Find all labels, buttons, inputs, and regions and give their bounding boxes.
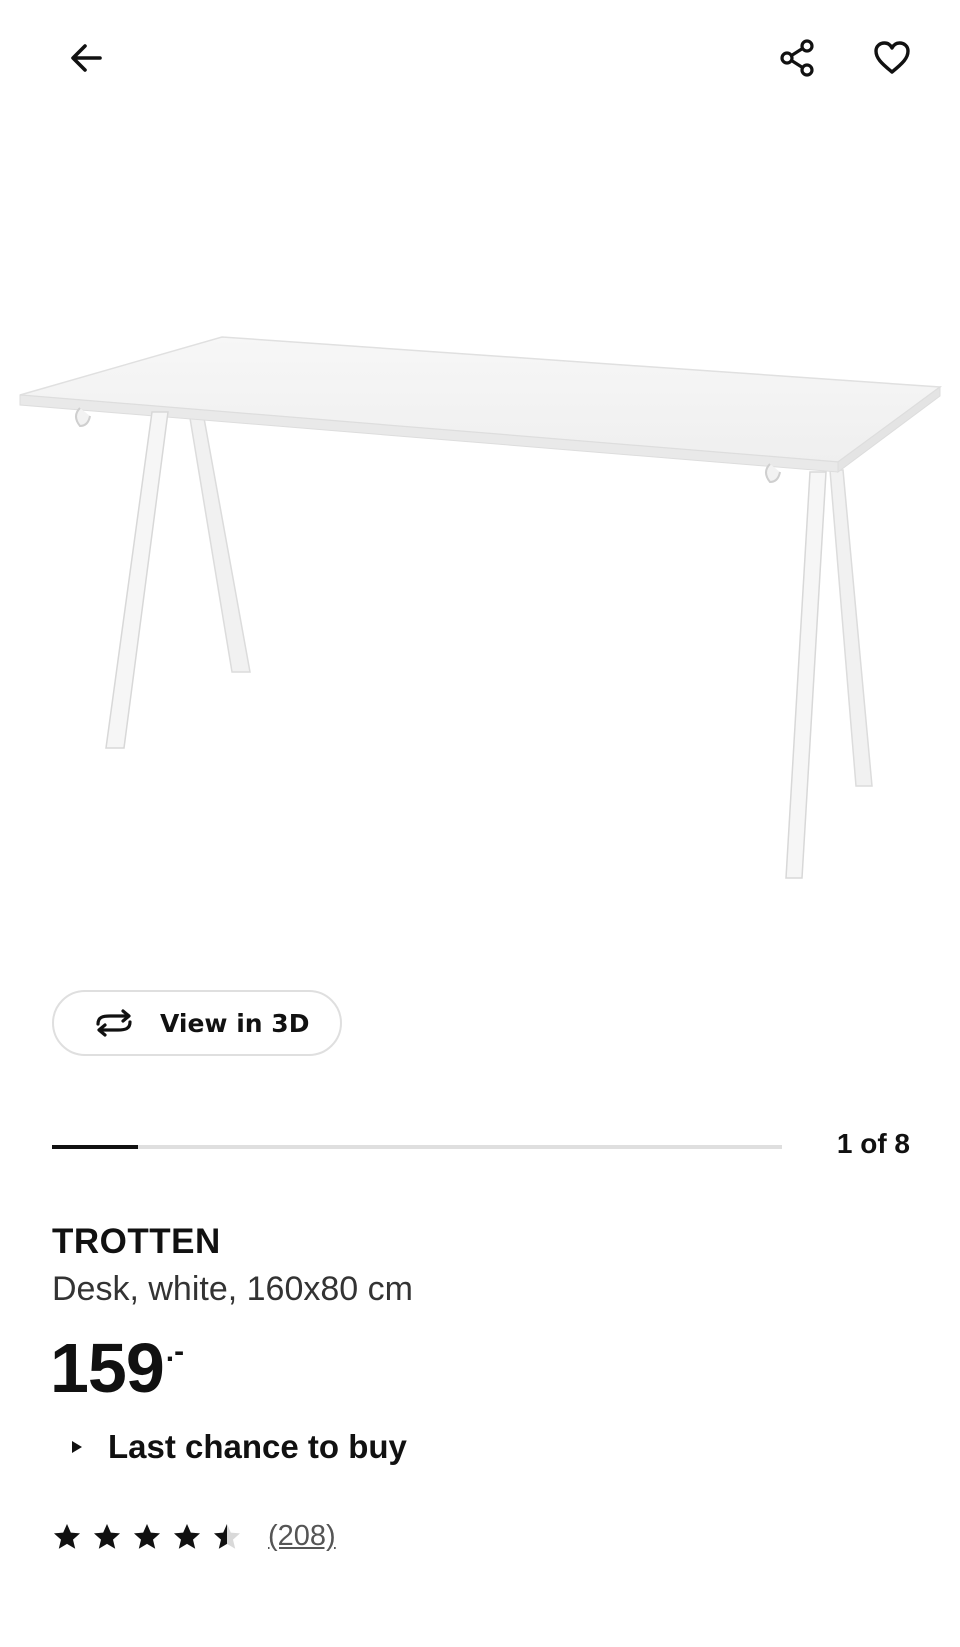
price-suffix: .-: [165, 1335, 185, 1368]
star-full-icon: [172, 1522, 202, 1552]
star-full-icon: [92, 1522, 122, 1552]
price-value: 159: [50, 1329, 165, 1407]
gallery-position: 1 of 8: [836, 1128, 910, 1159]
gallery-progress-fill: [52, 1145, 138, 1149]
caret-right-icon: [70, 1437, 86, 1457]
rotate-3d-icon: [90, 1008, 138, 1038]
product-description: Desk, white, 160x80 cm: [52, 1270, 413, 1308]
product-name: TROTTEN: [52, 1222, 221, 1261]
view-in-3d-button[interactable]: View in 3D: [52, 990, 342, 1056]
view-in-3d-label: View in 3D: [160, 1008, 310, 1038]
availability-toggle[interactable]: Last chance to buy: [70, 1428, 407, 1466]
star-half-icon: [212, 1522, 242, 1552]
favorite-button[interactable]: [856, 24, 928, 96]
product-image[interactable]: [0, 300, 960, 900]
share-icon: [777, 37, 819, 84]
product-price: 159 .-: [50, 1330, 184, 1406]
product-rating[interactable]: (208): [52, 1520, 336, 1553]
rating-stars: [52, 1522, 252, 1552]
share-button[interactable]: [762, 24, 834, 96]
review-count-link[interactable]: (208): [268, 1520, 336, 1553]
gallery-progress-bar: [52, 1145, 782, 1149]
availability-text: Last chance to buy: [108, 1428, 407, 1465]
star-full-icon: [52, 1522, 82, 1552]
heart-outline-icon: [871, 37, 913, 84]
arrow-left-icon: [66, 38, 106, 83]
star-full-icon: [132, 1522, 162, 1552]
back-button[interactable]: [50, 24, 122, 96]
